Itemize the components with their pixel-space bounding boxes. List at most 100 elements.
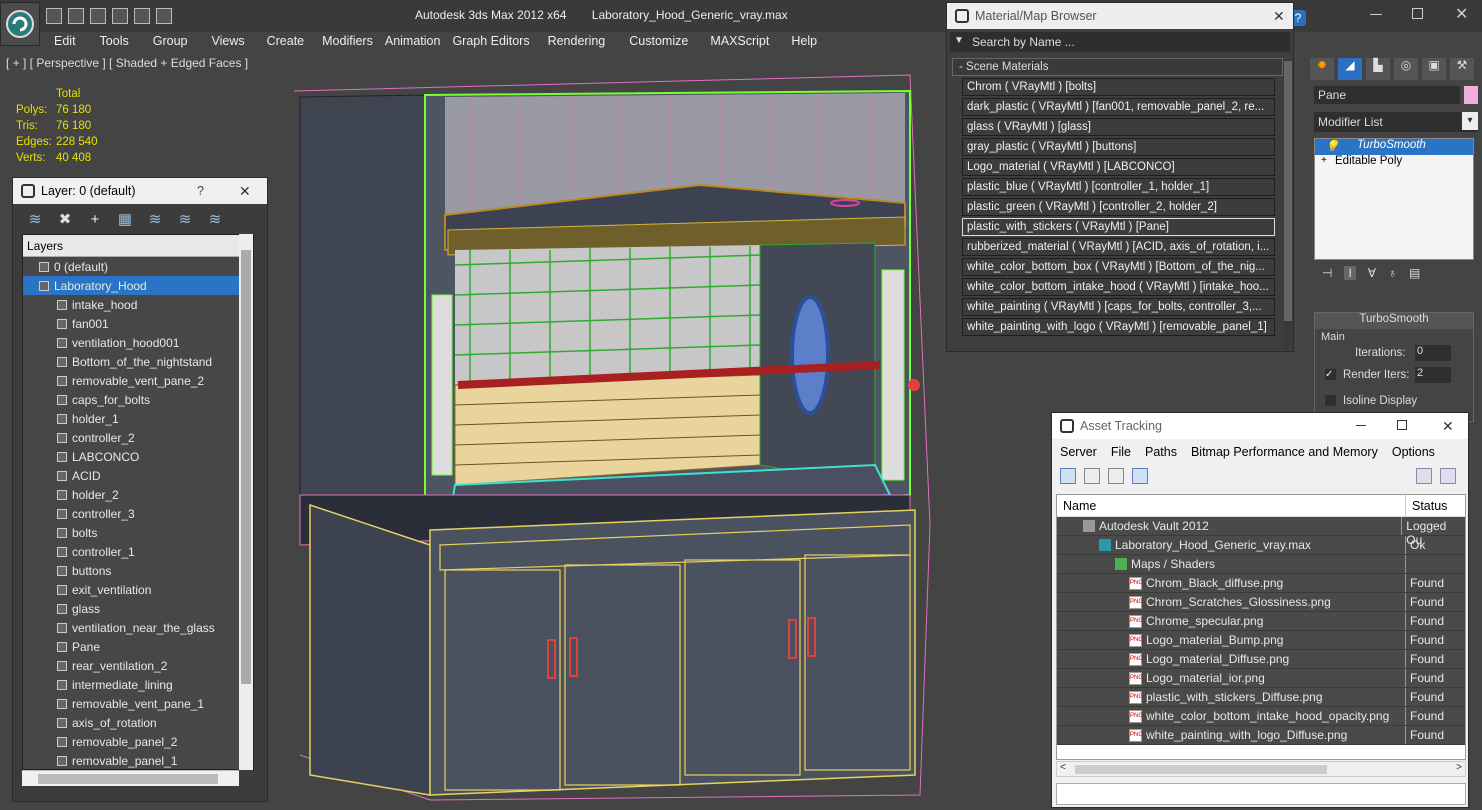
- table-view-icon[interactable]: [1132, 468, 1148, 484]
- asset-close-icon[interactable]: ✕: [1442, 418, 1454, 435]
- layer-row[interactable]: ventilation_near_the_glass: [23, 618, 253, 637]
- asset-help-icon[interactable]: [1416, 468, 1432, 484]
- material-list-item[interactable]: plastic_blue ( VRayMtl ) [controller_1, …: [962, 178, 1275, 196]
- layer-row[interactable]: rear_ventilation_2: [23, 656, 253, 675]
- layer-row[interactable]: Laboratory_Hood: [23, 276, 253, 295]
- motion-tab-icon[interactable]: ◎: [1394, 58, 1418, 80]
- asset-row[interactable]: PNG Chrom_Scratches_Glossiness.png Found: [1057, 593, 1465, 612]
- asset-row[interactable]: PNG Logo_material_Bump.png Found: [1057, 631, 1465, 650]
- hide-all-layers-icon[interactable]: ≋: [177, 212, 193, 228]
- layer-row[interactable]: bolts: [23, 523, 253, 542]
- layer-row[interactable]: fan001: [23, 314, 253, 333]
- asset-row[interactable]: PNG Chrom_Black_diffuse.png Found: [1057, 574, 1465, 593]
- project-folder-icon[interactable]: [134, 8, 150, 24]
- add-to-layer-icon[interactable]: +: [87, 212, 103, 228]
- layer-row[interactable]: Pane: [23, 637, 253, 656]
- delete-layer-icon[interactable]: ✖: [57, 212, 73, 228]
- layer-row[interactable]: intermediate_lining: [23, 675, 253, 694]
- menu-modifiers[interactable]: Modifiers: [322, 32, 373, 52]
- menu-tools[interactable]: Tools: [100, 32, 129, 52]
- layer-row[interactable]: caps_for_bolts: [23, 390, 253, 409]
- minimize-icon[interactable]: [1370, 14, 1382, 15]
- layer-row[interactable]: holder_1: [23, 409, 253, 428]
- layer-row[interactable]: controller_3: [23, 504, 253, 523]
- iterations-spinner[interactable]: 0: [1415, 345, 1451, 361]
- asset-row[interactable]: PNG white_painting_with_logo_Diffuse.png F…: [1057, 726, 1465, 745]
- turbosmooth-rollout-header[interactable]: TurboSmooth: [1315, 313, 1473, 329]
- layer-row[interactable]: removable_panel_2: [23, 732, 253, 751]
- asset-row[interactable]: PNG plastic_with_stickers_Diffuse.png Foun…: [1057, 688, 1465, 707]
- asset-help-cursor-icon[interactable]: [1440, 468, 1456, 484]
- menu-group[interactable]: Group: [153, 32, 188, 52]
- modifier-list-dropdown[interactable]: Modifier List ▾: [1314, 112, 1478, 132]
- menu-rendering[interactable]: Rendering: [548, 32, 606, 52]
- expand-plus-icon[interactable]: +: [1321, 155, 1327, 166]
- asset-minimize-icon[interactable]: [1356, 425, 1366, 426]
- modifier-stack-item-editable-poly[interactable]: + Editable Poly: [1315, 155, 1473, 171]
- menu-graph-editors[interactable]: Graph Editors: [452, 32, 529, 52]
- material-browser-titlebar[interactable]: Material/Map Browser ✕: [947, 3, 1293, 29]
- layer-close-icon[interactable]: ✕: [239, 183, 251, 200]
- scene-materials-section-header[interactable]: - Scene Materials: [952, 58, 1283, 76]
- object-color-swatch[interactable]: [1464, 86, 1478, 104]
- freeze-all-layers-icon[interactable]: ≋: [207, 212, 223, 228]
- undo-icon[interactable]: [90, 8, 106, 24]
- asset-path-field[interactable]: [1056, 783, 1466, 805]
- asset-maximize-icon[interactable]: [1397, 420, 1407, 430]
- toolbar-dropdown-icon[interactable]: [156, 8, 172, 24]
- column-header-name[interactable]: Name: [1057, 495, 1406, 516]
- layer-row[interactable]: removable_vent_pane_1: [23, 694, 253, 713]
- close-icon[interactable]: ✕: [1455, 4, 1468, 24]
- layer-row[interactable]: glass: [23, 599, 253, 618]
- layer-row[interactable]: removable_vent_pane_2: [23, 371, 253, 390]
- asset-row[interactable]: Autodesk Vault 2012 Logged Ou: [1057, 517, 1465, 547]
- render-iters-spinner[interactable]: 2: [1415, 367, 1451, 383]
- layer-row[interactable]: controller_1: [23, 542, 253, 561]
- search-options-chevron-icon[interactable]: ▼: [954, 35, 964, 46]
- material-list-item[interactable]: white_color_bottom_box ( VRayMtl ) [Bott…: [962, 258, 1275, 276]
- material-list-item[interactable]: white_painting ( VRayMtl ) [caps_for_bol…: [962, 298, 1275, 316]
- remove-modifier-icon[interactable]: ♁: [1388, 266, 1397, 280]
- layer-row[interactable]: controller_2: [23, 428, 253, 447]
- list-view-icon[interactable]: [1084, 468, 1100, 484]
- material-list-item[interactable]: plastic_green ( VRayMtl ) [controller_2,…: [962, 198, 1275, 216]
- layer-row[interactable]: Bottom_of_the_nightstand: [23, 352, 253, 371]
- layer-row[interactable]: intake_hood: [23, 295, 253, 314]
- material-list-item[interactable]: Chrom ( VRayMtl ) [bolts]: [962, 78, 1275, 96]
- layer-help-button[interactable]: ?: [197, 184, 204, 198]
- scrollbar-thumb[interactable]: [241, 250, 251, 684]
- asset-menu-options[interactable]: Options: [1392, 445, 1435, 463]
- layer-row[interactable]: ventilation_hood001: [23, 333, 253, 352]
- make-unique-icon[interactable]: ∀: [1368, 266, 1376, 280]
- layer-panel-titlebar[interactable]: Layer: 0 (default) ? ✕: [13, 178, 267, 204]
- scrollbar-thumb[interactable]: [38, 774, 218, 784]
- menu-maxscript[interactable]: MAXScript: [710, 32, 769, 52]
- configure-sets-icon[interactable]: ▤: [1409, 266, 1420, 280]
- layer-horizontal-scrollbar[interactable]: [22, 770, 239, 786]
- material-list-item[interactable]: Logo_material ( VRayMtl ) [LABCONCO]: [962, 158, 1275, 176]
- asset-menu-paths[interactable]: Paths: [1145, 445, 1177, 463]
- asset-row[interactable]: PNG white_color_bottom_intake_hood_opacit…: [1057, 707, 1465, 726]
- refresh-icon[interactable]: [1060, 468, 1076, 484]
- asset-row[interactable]: PNG Logo_material_Diffuse.png Found: [1057, 650, 1465, 669]
- highlight-layer-icon[interactable]: ≋: [147, 212, 163, 228]
- asset-menu-file[interactable]: File: [1111, 445, 1131, 463]
- scrollbar-thumb[interactable]: [1075, 765, 1327, 774]
- layer-row[interactable]: LABCONCO: [23, 447, 253, 466]
- asset-menu-server[interactable]: Server: [1060, 445, 1097, 463]
- asset-row[interactable]: Maps / Shaders: [1057, 555, 1465, 574]
- hierarchy-tab-icon[interactable]: ▙: [1366, 58, 1390, 80]
- isoline-display-checkbox[interactable]: [1325, 395, 1336, 406]
- menu-edit[interactable]: Edit: [54, 32, 76, 52]
- save-file-icon[interactable]: [68, 8, 84, 24]
- pin-stack-icon[interactable]: ⊣: [1322, 266, 1332, 280]
- layer-vertical-scrollbar[interactable]: [239, 234, 253, 770]
- viewport-3d-model[interactable]: [270, 55, 950, 805]
- asset-tracking-titlebar[interactable]: Asset Tracking ✕: [1052, 413, 1468, 439]
- create-tab-icon[interactable]: ✹: [1310, 58, 1334, 80]
- asset-row[interactable]: PNG Logo_material_ior.png Found: [1057, 669, 1465, 688]
- material-browser-close-icon[interactable]: ✕: [1273, 8, 1285, 25]
- menu-animation[interactable]: Animation: [385, 32, 441, 52]
- asset-row[interactable]: Laboratory_Hood_Generic_vray.max Ok: [1057, 536, 1465, 555]
- material-list-item[interactable]: dark_plastic ( VRayMtl ) [fan001, remova…: [962, 98, 1275, 116]
